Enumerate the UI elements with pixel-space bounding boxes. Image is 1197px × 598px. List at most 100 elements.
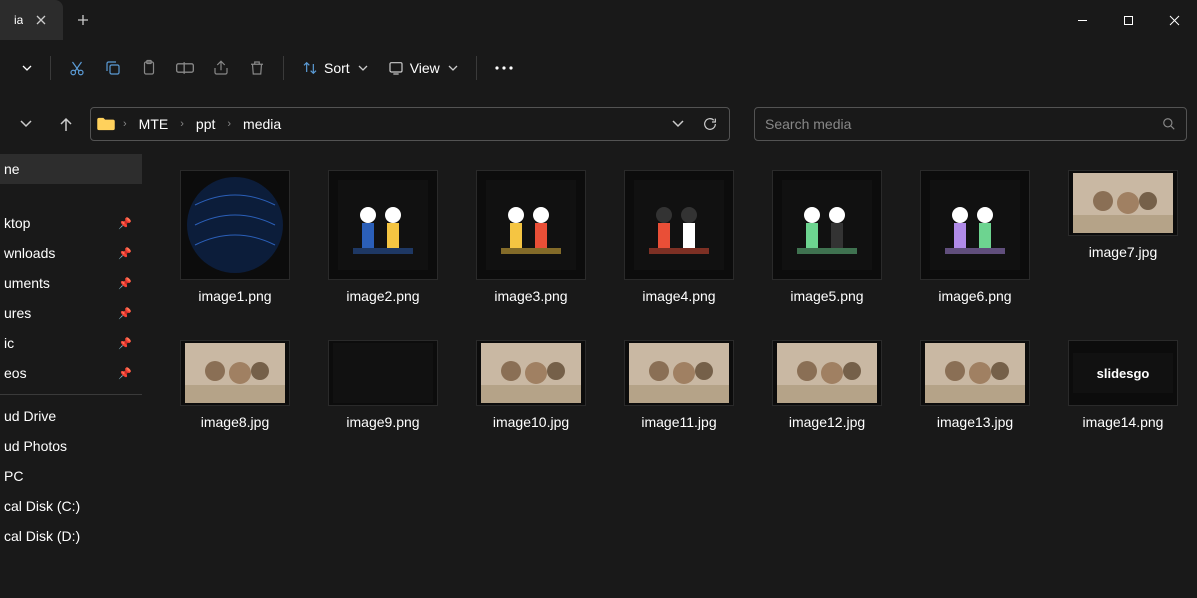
rename-icon[interactable] [167,50,203,86]
file-name: image9.png [346,414,419,430]
delete-icon[interactable] [239,50,275,86]
chevron-right-icon: › [225,118,233,130]
sidebar-item[interactable]: ud Drive [0,401,142,431]
sidebar-item[interactable]: ktop📌 [0,208,142,238]
file-name: image4.png [642,288,715,304]
sidebar-item[interactable]: ures📌 [0,298,142,328]
command-bar: Sort View [0,40,1197,96]
search-bar[interactable] [754,107,1187,141]
thumbnail [180,340,290,406]
sidebar-item[interactable]: cal Disk (C:) [0,491,142,521]
refresh-button[interactable] [697,111,723,137]
pin-icon: 📌 [118,367,132,380]
title-bar: ia [0,0,1197,40]
thumbnail: slidesgo [1068,340,1178,406]
sidebar-item[interactable]: wnloads📌 [0,238,142,268]
up-button[interactable] [50,108,82,140]
file-item[interactable]: image6.png [910,166,1040,308]
new-tab-button[interactable] [63,0,103,40]
sidebar-item-home[interactable]: ne [0,154,142,184]
minimize-button[interactable] [1059,0,1105,40]
file-item[interactable]: image3.png [466,166,596,308]
chevron-right-icon: › [178,118,186,130]
file-pane[interactable]: image1.png image2.png image3.png image4.png… [142,152,1197,598]
thumbnail [624,340,734,406]
thumbnail [476,340,586,406]
thumbnail [1068,170,1178,236]
crumb-mte[interactable]: MTE [135,114,173,134]
pin-icon: 📌 [118,337,132,350]
file-item[interactable]: image1.png [170,166,300,308]
thumbnail [328,340,438,406]
file-name: image5.png [790,288,863,304]
pin-icon: 📌 [118,217,132,230]
sidebar-item[interactable]: cal Disk (D:) [0,521,142,551]
sidebar-item[interactable]: ic📌 [0,328,142,358]
file-name: image13.jpg [937,414,1013,430]
thumbnail [772,170,882,280]
sort-label: Sort [324,60,350,76]
file-name: image10.jpg [493,414,569,430]
cut-icon[interactable] [59,50,95,86]
file-name: image3.png [494,288,567,304]
file-item[interactable]: image5.png [762,166,892,308]
thumbnail [920,170,1030,280]
more-button[interactable] [485,60,523,76]
chevron-right-icon: › [121,118,129,130]
paste-icon[interactable] [131,50,167,86]
sidebar-item[interactable]: eos📌 [0,358,142,388]
file-item[interactable]: image10.jpg [466,336,596,434]
svg-text:slidesgo: slidesgo [1097,366,1150,381]
history-dropdown-button[interactable] [10,108,42,140]
new-button[interactable] [10,59,42,77]
sidebar: ne ktop📌wnloads📌uments📌ures📌ic📌eos📌 ud D… [0,152,142,598]
file-item[interactable]: image12.jpg [762,336,892,434]
crumb-media[interactable]: media [239,114,285,134]
tab-label: ia [14,13,23,27]
file-item[interactable]: image8.jpg [170,336,300,434]
thumbnail [180,170,290,280]
pin-icon: 📌 [118,277,132,290]
file-name: image14.png [1083,414,1164,430]
view-button[interactable]: View [378,54,468,82]
file-item[interactable]: image2.png [318,166,448,308]
file-item[interactable]: image13.jpg [910,336,1040,434]
file-name: image7.jpg [1089,244,1158,260]
thumbnail [772,340,882,406]
view-label: View [410,60,440,76]
file-name: image6.png [938,288,1011,304]
file-name: image1.png [198,288,271,304]
sidebar-item[interactable]: PC [0,461,142,491]
pin-icon: 📌 [118,307,132,320]
file-item[interactable]: image7.jpg [1058,166,1188,308]
copy-icon[interactable] [95,50,131,86]
file-name: image12.jpg [789,414,865,430]
file-item[interactable]: slidesgo image14.png [1058,336,1188,434]
file-item[interactable]: image9.png [318,336,448,434]
close-window-button[interactable] [1151,0,1197,40]
search-input[interactable] [765,116,1162,132]
close-tab-icon[interactable] [33,12,49,28]
sidebar-item[interactable]: uments📌 [0,268,142,298]
thumbnail [920,340,1030,406]
file-item[interactable]: image4.png [614,166,744,308]
thumbnail [476,170,586,280]
folder-icon [97,117,115,131]
sidebar-item[interactable]: ud Photos [0,431,142,461]
sort-button[interactable]: Sort [292,54,378,82]
address-bar[interactable]: › MTE › ppt › media [90,107,730,141]
file-name: image8.jpg [201,414,270,430]
crumb-ppt[interactable]: ppt [192,114,219,134]
address-dropdown-button[interactable] [665,111,691,137]
file-item[interactable]: image11.jpg [614,336,744,434]
tab-media[interactable]: ia [0,0,63,40]
file-name: image11.jpg [641,414,716,430]
pin-icon: 📌 [118,247,132,260]
maximize-button[interactable] [1105,0,1151,40]
thumbnail [624,170,734,280]
search-icon [1162,117,1176,131]
share-icon[interactable] [203,50,239,86]
thumbnail [328,170,438,280]
nav-row: › MTE › ppt › media [0,96,1197,152]
file-name: image2.png [346,288,419,304]
